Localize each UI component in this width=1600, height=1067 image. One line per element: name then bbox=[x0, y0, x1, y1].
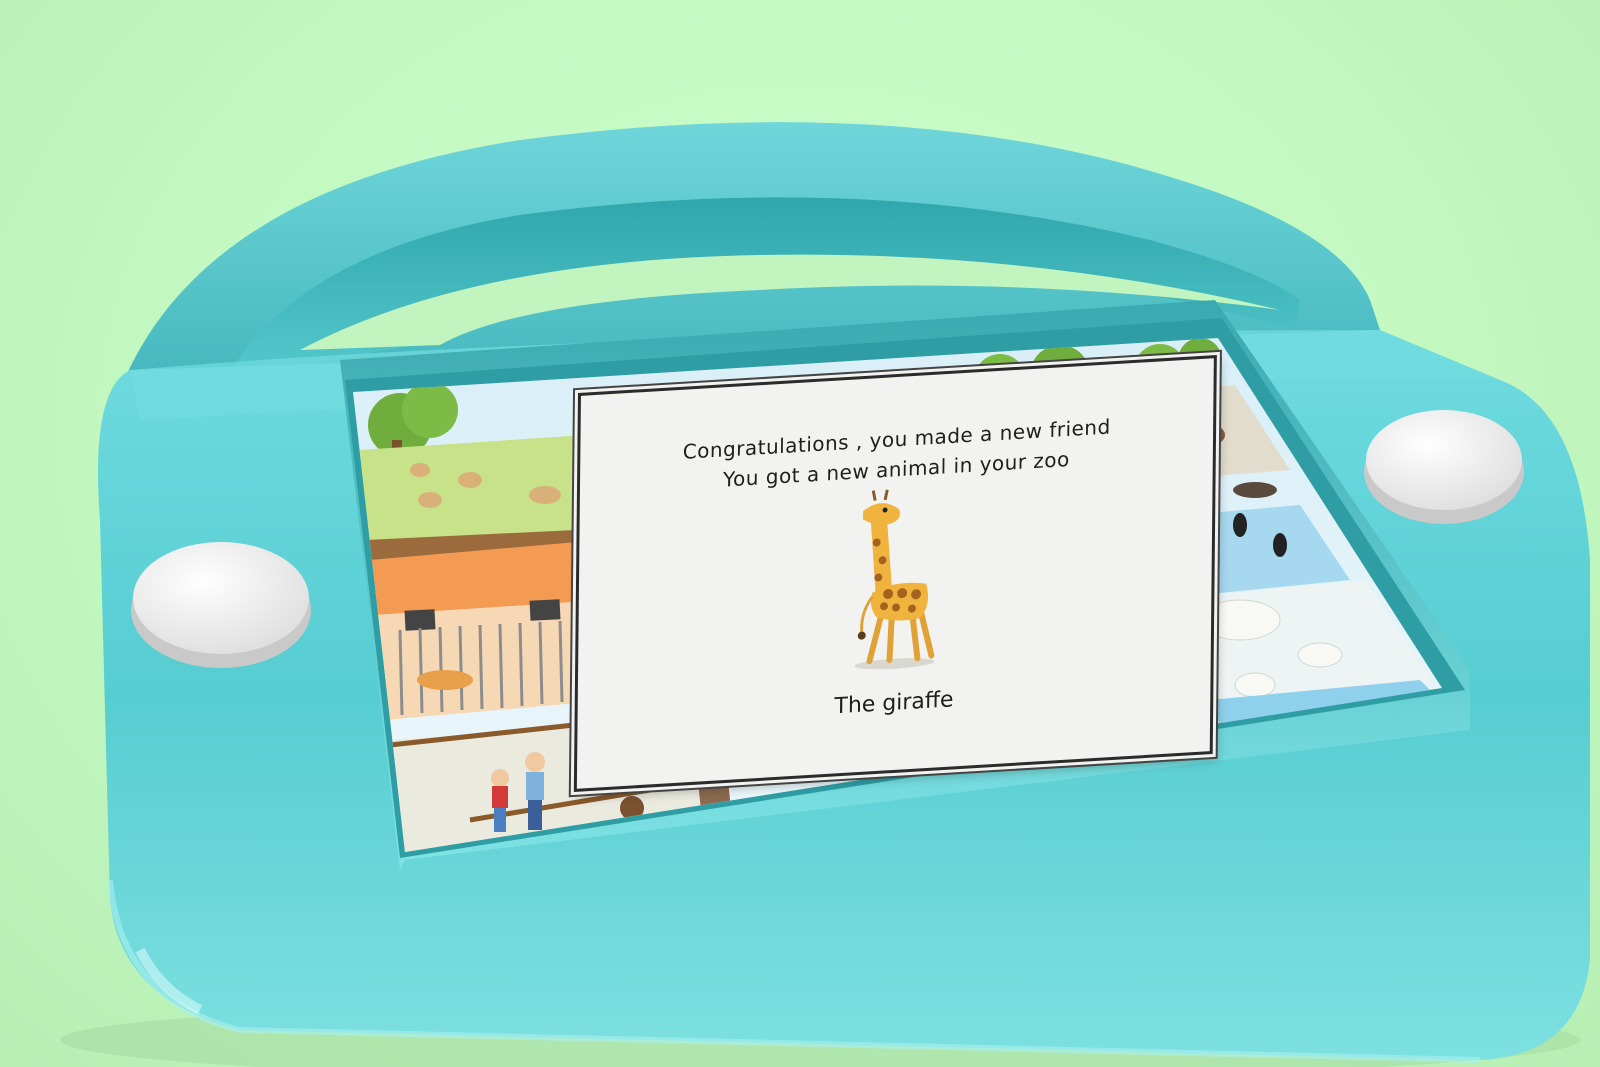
toy-tablet-device: Congratulations , you made a new friend … bbox=[0, 0, 1600, 1067]
animal-name-label: The giraffe bbox=[834, 687, 954, 720]
giraffe-icon bbox=[854, 489, 935, 670]
reward-dialog: Congratulations , you made a new friend … bbox=[573, 355, 1217, 792]
